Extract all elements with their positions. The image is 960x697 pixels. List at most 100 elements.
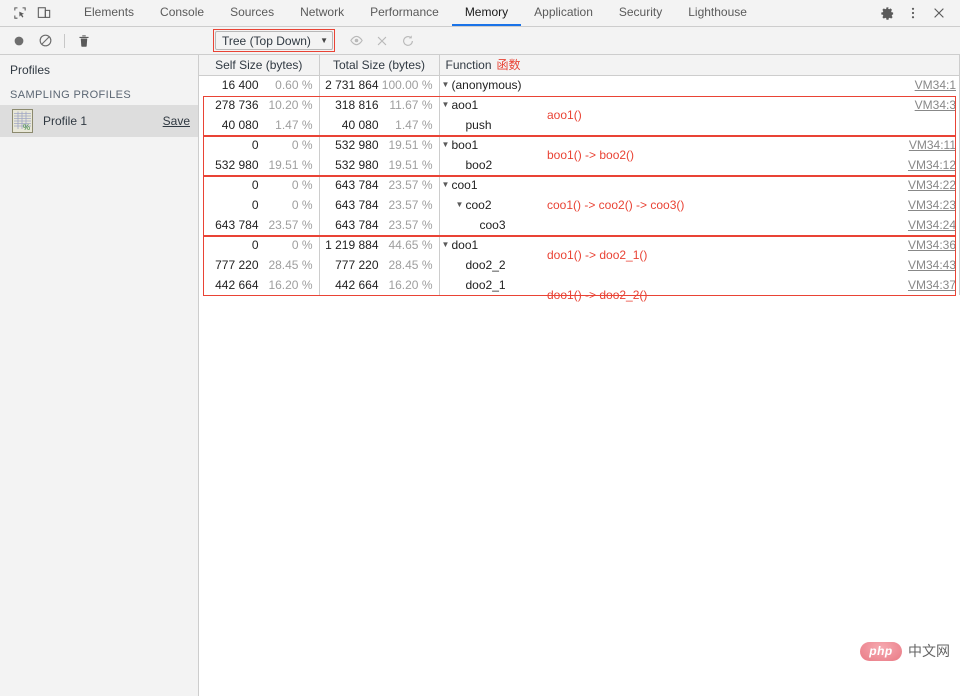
self-size-percent: 28.45 % bbox=[268, 258, 313, 272]
total-size-percent: 19.51 % bbox=[388, 138, 433, 152]
function-name: coo3 bbox=[479, 218, 506, 232]
save-profile-link[interactable]: Save bbox=[163, 114, 190, 128]
devtools-tab-bar: Elements Console Sources Network Perform… bbox=[0, 0, 960, 27]
source-link[interactable]: VM34:1 bbox=[915, 78, 956, 92]
cell-function: doo2_2 VM34:43 bbox=[439, 255, 960, 275]
total-size-value: 1 219 884 bbox=[325, 238, 379, 252]
device-toolbar-glyph bbox=[37, 7, 51, 18]
close-x-icon bbox=[377, 36, 387, 45]
self-size-percent: 23.57 % bbox=[268, 218, 313, 232]
total-size-value: 777 220 bbox=[335, 258, 379, 272]
more-options-icon[interactable] bbox=[900, 2, 926, 24]
inspect-element-icon[interactable] bbox=[8, 3, 32, 23]
refresh-icon bbox=[403, 34, 413, 46]
column-header-self-size[interactable]: Self Size (bytes) bbox=[199, 55, 320, 76]
expand-triangle-icon[interactable]: ▼ bbox=[442, 101, 451, 109]
grid-body: 16 400 0.60 % 2 731 864 100.00 % ▼ (anonymous… bbox=[199, 75, 960, 295]
cell-total-size: 532 980 19.51 % bbox=[319, 135, 440, 155]
tab-network[interactable]: Network bbox=[287, 0, 357, 26]
cell-function: ▼ (anonymous) VM34:1 bbox=[439, 75, 960, 95]
table-row[interactable]: 0 0 % 1 219 884 44.65 % ▼ doo1 VM34:36 bbox=[199, 235, 960, 255]
tab-sources[interactable]: Sources bbox=[217, 0, 287, 26]
tab-memory[interactable]: Memory bbox=[451, 0, 522, 26]
table-row[interactable]: 777 220 28.45 % 777 220 28.45 % doo2_2 VM34:4… bbox=[199, 255, 960, 275]
profile-grid-area: Self Size (bytes) Total Size (bytes) Fun… bbox=[199, 55, 960, 696]
tab-performance[interactable]: Performance bbox=[357, 0, 452, 26]
view-selector-value: Tree (Top Down) bbox=[222, 33, 311, 48]
self-size-value: 442 664 bbox=[215, 278, 259, 292]
watermark-php-badge: php bbox=[860, 641, 902, 661]
panel-tabs: Elements Console Sources Network Perform… bbox=[71, 0, 861, 26]
table-row[interactable]: 643 784 23.57 % 643 784 23.57 % coo3 VM34:24 bbox=[199, 215, 960, 235]
sampling-profiles-section-label: SAMPLING PROFILES bbox=[10, 89, 132, 101]
tab-security[interactable]: Security bbox=[606, 0, 675, 26]
self-size-percent: 0 % bbox=[291, 178, 313, 192]
total-size-percent: 28.45 % bbox=[388, 258, 433, 272]
column-header-function[interactable]: Function 函数 bbox=[439, 55, 960, 76]
total-size-value: 643 784 bbox=[335, 218, 379, 232]
table-row[interactable]: 532 980 19.51 % 532 980 19.51 % boo2 VM34:12 bbox=[199, 155, 960, 175]
source-link[interactable]: VM34:36 bbox=[908, 238, 956, 252]
source-link[interactable]: VM34:43 bbox=[908, 258, 956, 272]
table-row[interactable]: 0 0 % 532 980 19.51 % ▼ boo1 VM34:11 bbox=[199, 135, 960, 155]
table-row[interactable]: 16 400 0.60 % 2 731 864 100.00 % ▼ (anonymous… bbox=[199, 75, 960, 95]
cell-function: ▼ doo1 VM34:36 bbox=[439, 235, 960, 255]
trash-icon bbox=[79, 34, 89, 47]
source-link[interactable]: VM34:37 bbox=[908, 278, 956, 292]
sidebar-item-label: Profile 1 bbox=[43, 114, 88, 128]
source-link[interactable]: VM34:12 bbox=[908, 158, 956, 172]
table-row[interactable]: 0 0 % 643 784 23.57 % ▼ coo2 VM34:23 bbox=[199, 195, 960, 215]
profiles-title: Profiles bbox=[10, 63, 51, 77]
delete-profile-button[interactable] bbox=[71, 30, 97, 52]
clear-button[interactable] bbox=[32, 30, 58, 52]
settings-gear-icon[interactable] bbox=[874, 2, 900, 24]
self-size-percent: 10.20 % bbox=[268, 98, 313, 112]
table-row[interactable]: 40 080 1.47 % 40 080 1.47 % push bbox=[199, 115, 960, 135]
view-selector[interactable]: Tree (Top Down) ▼ bbox=[215, 31, 333, 50]
cell-total-size: 643 784 23.57 % bbox=[319, 175, 440, 195]
cell-self-size: 278 736 10.20 % bbox=[199, 95, 320, 115]
tab-elements[interactable]: Elements bbox=[71, 0, 147, 26]
table-row[interactable]: 442 664 16.20 % 442 664 16.20 % doo2_1 VM34:3… bbox=[199, 275, 960, 295]
tab-bar-left-icons bbox=[0, 0, 71, 26]
expand-triangle-icon[interactable]: ▼ bbox=[456, 201, 465, 209]
focus-selected-function-button[interactable] bbox=[343, 30, 369, 52]
tab-application[interactable]: Application bbox=[521, 0, 606, 26]
source-link[interactable]: VM34:3 bbox=[915, 98, 956, 112]
source-link[interactable]: VM34:24 bbox=[908, 218, 956, 232]
device-toolbar-icon[interactable] bbox=[32, 3, 56, 23]
profile-data-grid: Self Size (bytes) Total Size (bytes) Fun… bbox=[199, 55, 960, 295]
inspect-element-glyph bbox=[14, 7, 26, 19]
total-size-percent: 16.20 % bbox=[388, 278, 433, 292]
expand-triangle-icon[interactable]: ▼ bbox=[442, 181, 451, 189]
sidebar-item-profile-1[interactable]: % Profile 1 Save bbox=[0, 105, 198, 137]
function-name: (anonymous) bbox=[451, 78, 522, 93]
gear-glyph bbox=[880, 6, 893, 20]
source-link[interactable]: VM34:23 bbox=[908, 198, 956, 212]
cell-function: coo3 VM34:24 bbox=[439, 215, 960, 235]
profiles-sidebar: Profiles SAMPLING PROFILES % Profile 1 S… bbox=[0, 55, 199, 696]
total-size-value: 442 664 bbox=[335, 278, 379, 292]
cell-function: ▼ coo1 VM34:22 bbox=[439, 175, 960, 195]
cell-total-size: 1 219 884 44.65 % bbox=[319, 235, 440, 255]
expand-triangle-icon[interactable]: ▼ bbox=[442, 81, 451, 89]
expand-triangle-icon[interactable]: ▼ bbox=[442, 241, 451, 249]
profile-document-icon: % bbox=[12, 109, 33, 133]
exclude-selected-function-button[interactable] bbox=[369, 30, 395, 52]
record-button[interactable] bbox=[6, 30, 32, 52]
grid-header: Self Size (bytes) Total Size (bytes) Fun… bbox=[199, 55, 960, 76]
tab-console[interactable]: Console bbox=[147, 0, 217, 26]
memory-panel-toolbar: Tree (Top Down) ▼ bbox=[0, 27, 960, 55]
record-icon bbox=[14, 36, 24, 45]
column-header-total-size[interactable]: Total Size (bytes) bbox=[319, 55, 440, 76]
table-row[interactable]: 0 0 % 643 784 23.57 % ▼ coo1 VM34:22 bbox=[199, 175, 960, 195]
expand-triangle-icon[interactable]: ▼ bbox=[442, 141, 451, 149]
table-row[interactable]: 278 736 10.20 % 318 816 11.67 % ▼ aoo1 VM34:3 bbox=[199, 95, 960, 115]
tab-lighthouse[interactable]: Lighthouse bbox=[675, 0, 760, 26]
self-size-percent: 19.51 % bbox=[268, 158, 313, 172]
source-link[interactable]: VM34:11 bbox=[909, 138, 956, 152]
close-devtools-icon[interactable] bbox=[926, 2, 952, 24]
source-link[interactable]: VM34:22 bbox=[908, 178, 956, 192]
self-size-value: 643 784 bbox=[215, 218, 259, 232]
restore-all-functions-button[interactable] bbox=[395, 30, 421, 52]
